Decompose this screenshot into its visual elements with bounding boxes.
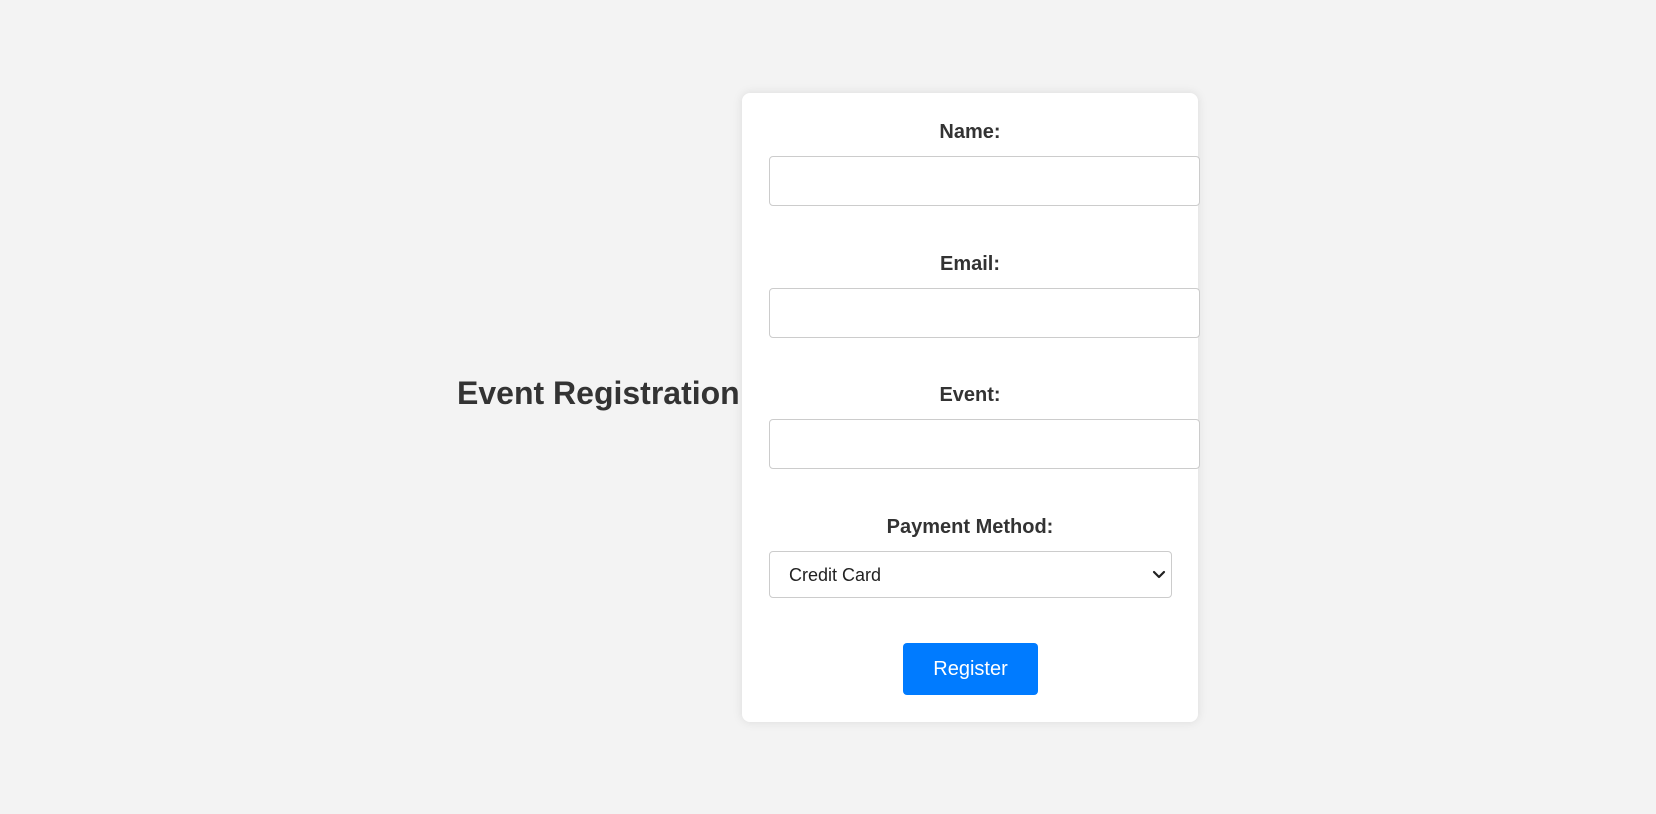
registration-form: Name: Email: Event: Payment Method: Cred… [742, 93, 1200, 722]
name-label: Name: [939, 121, 1001, 143]
payment-method-selected-value: Credit Card [789, 565, 882, 585]
name-input[interactable] [769, 156, 1200, 206]
email-input[interactable] [769, 288, 1200, 338]
event-label: Event: [939, 384, 1001, 406]
payment-method-label: Payment Method: [886, 516, 1054, 538]
email-label: Email: [939, 253, 1001, 275]
chevron-down-icon [1152, 570, 1166, 579]
register-button[interactable]: Register [903, 643, 1038, 695]
event-input[interactable] [769, 419, 1200, 469]
page-title: Event Registration [457, 375, 740, 411]
payment-method-select[interactable]: Credit Card [769, 551, 1172, 598]
